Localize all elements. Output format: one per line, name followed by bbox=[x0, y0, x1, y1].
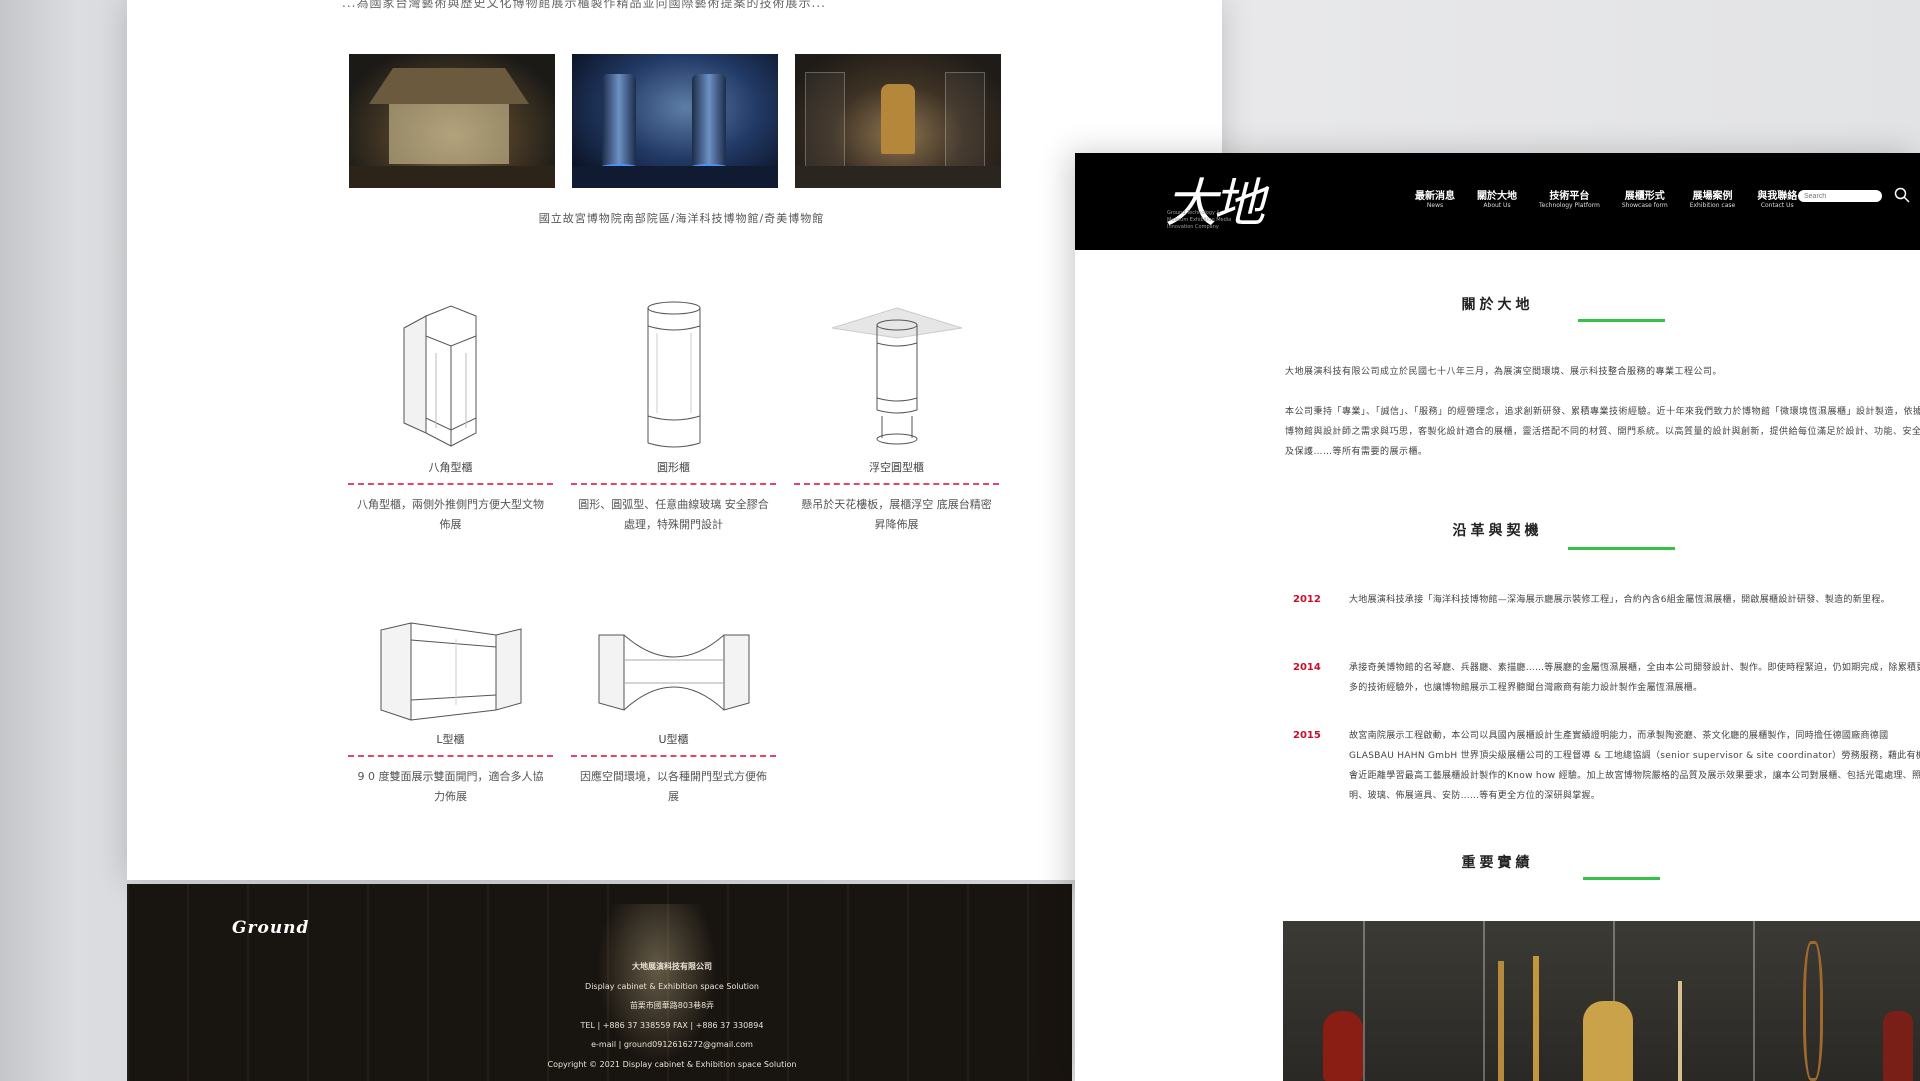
cabinet-u-shape[interactable]: U型櫃 因應空間環境，以各種開門型式方便佈展 bbox=[571, 615, 776, 807]
nav-label: 與我聯絡 bbox=[1757, 191, 1798, 202]
nav-item-exhibition[interactable]: 展場案例 Exhibition case bbox=[1690, 187, 1735, 209]
l-cabinet-icon bbox=[380, 622, 521, 721]
museum-photo-row bbox=[349, 54, 1014, 189]
nav-item-contact[interactable]: 與我聯絡 Contact Us bbox=[1757, 187, 1797, 209]
search-input[interactable] bbox=[1798, 190, 1882, 202]
top-nav-bar: 大地 Ground Technology & Museum Exhibition… bbox=[1075, 153, 1920, 250]
cabinet-name: 八角型櫃 bbox=[428, 461, 473, 474]
site-footer: Ground 大地展演科技有限公司 Display cabinet & Exhi… bbox=[127, 884, 1072, 1081]
nav-label: 技術平台 bbox=[1549, 191, 1590, 202]
nav-label: 展櫃形式 bbox=[1624, 191, 1665, 202]
nav-label: 展場案例 bbox=[1692, 191, 1733, 202]
cabinet-name: U型櫃 bbox=[658, 733, 689, 746]
footer-contact: 大地展演科技有限公司 Display cabinet & Exhibition … bbox=[522, 957, 822, 1074]
u-cabinet-icon bbox=[598, 634, 749, 711]
history-year: 2014 bbox=[1293, 662, 1321, 673]
history-year: 2012 bbox=[1293, 594, 1321, 605]
dashed-divider bbox=[348, 755, 553, 757]
footer-line: 大地展演科技有限公司 bbox=[632, 962, 712, 971]
footer-line: Copyright © 2021 Display cabinet & Exhib… bbox=[547, 1059, 797, 1069]
about-title: 關於大地 bbox=[1461, 297, 1534, 313]
nav-sublabel: About Us bbox=[1483, 202, 1511, 209]
nav-item-about[interactable]: 關於大地 About Us bbox=[1477, 187, 1517, 209]
nav-sublabel: Contact Us bbox=[1760, 202, 1794, 209]
history-text: 故宮南院展示工程啟動，本公司以具國內展櫃設計生產實績證明能力，而承製陶瓷廳、茶文… bbox=[1349, 731, 1920, 801]
octagonal-cabinet-icon bbox=[403, 305, 476, 447]
cabinet-l-shape[interactable]: L型櫃 9 0 度雙面展示雙面開門，適合多人協力佈展 bbox=[348, 615, 553, 807]
title-underline bbox=[1578, 319, 1665, 322]
footer-line: TEL | +886 37 338559 FAX | +886 37 33089… bbox=[580, 1020, 764, 1030]
nav-item-showcase[interactable]: 展櫃形式 Showcase form bbox=[1622, 187, 1668, 209]
cabinet-name: L型櫃 bbox=[436, 733, 465, 746]
footer-email[interactable]: e-mail | ground0912616272@gmail.com bbox=[522, 1035, 822, 1055]
dashed-divider bbox=[348, 483, 553, 485]
cabinet-desc: 9 0 度雙面展示雙面開門，適合多人協力佈展 bbox=[357, 770, 544, 803]
nav-label: 最新消息 bbox=[1415, 191, 1455, 202]
ground-logo[interactable]: Ground bbox=[232, 918, 309, 938]
nav-sublabel: Exhibition case bbox=[1689, 202, 1736, 209]
achievements-title: 重要實績 bbox=[1461, 855, 1534, 871]
nav-sublabel: News bbox=[1426, 202, 1444, 209]
footer-line: Display cabinet & Exhibition space Solut… bbox=[585, 981, 759, 991]
round-cabinet-icon bbox=[647, 301, 700, 448]
footer-line: 苗栗市國華路803巷8弄 bbox=[629, 1001, 715, 1010]
nav-sublabel: Technology Platform bbox=[1539, 202, 1600, 209]
dashed-divider bbox=[794, 483, 999, 485]
left-page-preview: ...為國家台灣藝術與歷史文化博物館展示櫃製作精品並向國際藝術提案的技術展示..… bbox=[127, 0, 1222, 1081]
cabinet-desc: 八角型櫃，兩側外推側門方便大型文物佈展 bbox=[357, 498, 544, 531]
cabinet-octagonal[interactable]: 八角型櫃 八角型櫃，兩側外推側門方便大型文物佈展 bbox=[348, 298, 553, 535]
history-text: 承接奇美博物館的名琴廳、兵器廳、素描廳……等展廳的金屬恆濕展櫃，全由本公司開發設… bbox=[1349, 663, 1920, 693]
cabinet-desc: 懸吊於天花樓板，展櫃浮空 底展台精密昇降佈展 bbox=[801, 498, 992, 531]
cabinet-floating[interactable]: 浮空圓型櫃 懸吊於天花樓板，展櫃浮空 底展台精密昇降佈展 bbox=[794, 298, 999, 535]
museum-photo-palace bbox=[349, 54, 555, 188]
museum-photo-marine bbox=[572, 54, 778, 188]
right-page-preview: 大地 Ground Technology & Museum Exhibition… bbox=[1075, 153, 1920, 1081]
museum-photo-chimei bbox=[795, 54, 1001, 188]
cabinet-name: 圓形櫃 bbox=[657, 461, 690, 474]
search-icon[interactable] bbox=[1893, 186, 1911, 204]
dashed-divider bbox=[571, 483, 776, 485]
title-underline bbox=[1568, 547, 1675, 550]
photo-caption: 國立故宮博物院南部院區/海洋科技博物館/奇美博物館 bbox=[538, 212, 825, 225]
about-paragraph: 本公司秉持「專業」、「誠信」、「服務」的經營理念，追求創新研發、累積專業技術經驗… bbox=[1285, 407, 1920, 457]
nav-menu: 最新消息 News 關於大地 About Us 技術平台 Technology … bbox=[1415, 187, 1819, 209]
nav-label: 關於大地 bbox=[1477, 191, 1517, 202]
achievement-photo bbox=[1283, 921, 1920, 1081]
history-year: 2015 bbox=[1293, 730, 1321, 741]
cabinet-name: 浮空圓型櫃 bbox=[869, 461, 924, 474]
cabinet-desc: 因應空間環境，以各種開門型式方便佈展 bbox=[580, 770, 767, 803]
about-paragraph: 大地展演科技有限公司成立於民國七十八年三月，為展演空間環境、展示科技整合服務的專… bbox=[1285, 367, 1723, 377]
title-underline bbox=[1583, 877, 1660, 880]
nav-item-technology[interactable]: 技術平台 Technology Platform bbox=[1539, 187, 1600, 209]
history-entry: 2012 大地展演科技承接「海洋科技博物館—深海展示廳展示裝修工程」，合約內含6… bbox=[1293, 590, 1920, 610]
nav-item-news[interactable]: 最新消息 News bbox=[1415, 187, 1455, 209]
cabinet-desc: 圓形、圓弧型、任意曲線玻璃 安全膠合處理，特殊開門設計 bbox=[578, 498, 769, 531]
cabinet-round[interactable]: 圓形櫃 圓形、圓弧型、任意曲線玻璃 安全膠合處理，特殊開門設計 bbox=[571, 298, 776, 535]
dashed-divider bbox=[571, 755, 776, 757]
history-text: 大地展演科技承接「海洋科技博物館—深海展示廳展示裝修工程」，合約內含6組金屬恆濕… bbox=[1349, 595, 1890, 605]
history-title: 沿革與契機 bbox=[1452, 523, 1543, 539]
nav-sublabel: Showcase form bbox=[1621, 202, 1668, 209]
floating-cabinet-icon bbox=[831, 307, 962, 445]
history-entry: 2015 故宮南院展示工程啟動，本公司以具國內展櫃設計生產實績證明能力，而承製陶… bbox=[1293, 726, 1920, 806]
brand-subtitle: Ground Technology & Museum Exhibition Me… bbox=[1167, 210, 1232, 230]
cut-off-paragraph: ...為國家台灣藝術與歷史文化博物館展示櫃製作精品並向國際藝術提案的技術展示..… bbox=[342, 0, 826, 10]
history-entry: 2014 承接奇美博物館的名琴廳、兵器廳、素描廳……等展廳的金屬恆濕展櫃，全由本… bbox=[1293, 658, 1920, 698]
